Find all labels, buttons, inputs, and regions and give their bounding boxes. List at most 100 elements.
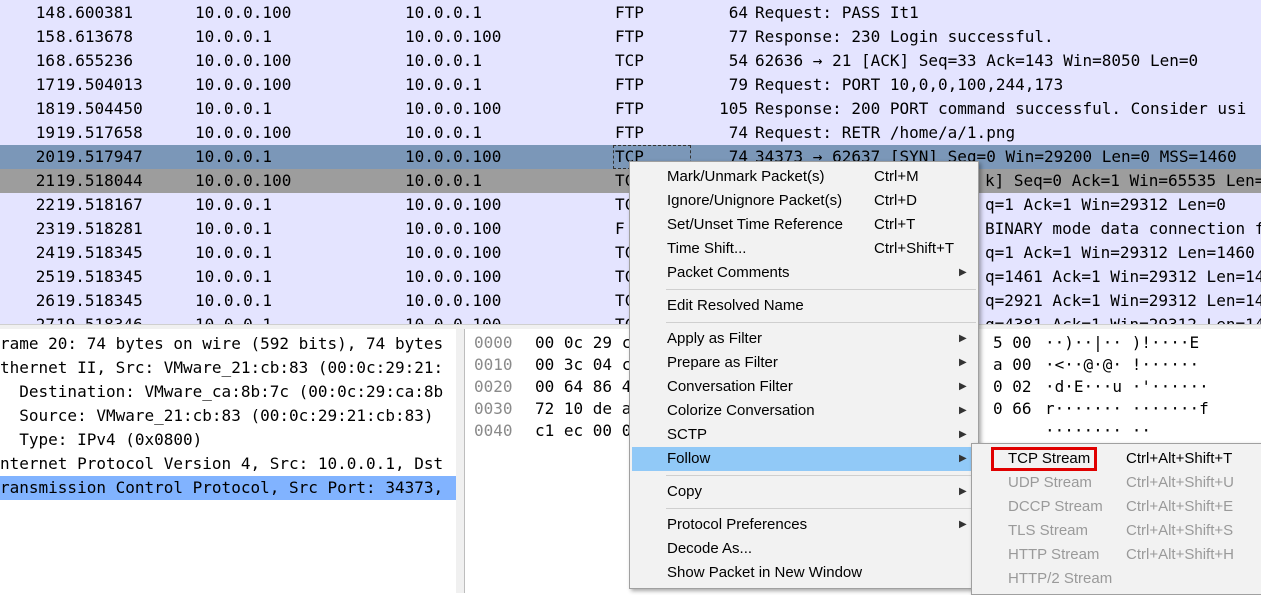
submenu-item-tls-stream[interactable]: TLS Stream Ctrl+Alt+Shift+S [974,519,1260,543]
packet-row[interactable]: 16 8.655236 10.0.0.100 10.0.0.1 TCP 54 62636 →… [0,49,1261,73]
submenu-item-label: HTTP Stream [1008,546,1100,563]
packet-no: 15 [35,27,55,46]
menu-item-follow[interactable]: Follow ▶ [632,447,976,471]
detail-row-tcp-selected[interactable]: ransmission Control Protocol, Src Port: … [0,476,456,500]
menu-item-copy[interactable]: Copy ▶ [632,480,976,504]
menu-item-mark-unmark[interactable]: Mark/Unmark Packet(s) Ctrl+M [632,165,976,189]
submenu-arrow-icon: ▶ [959,405,967,416]
menu-item-apply-as-filter[interactable]: Apply as Filter ▶ [632,327,976,351]
detail-row-ipv4[interactable]: nternet Protocol Version 4, Src: 10.0.0.… [0,452,456,476]
bytes-hex-tail[interactable]: 5 00 [993,332,1032,354]
packet-time: 8.600381 [56,3,134,22]
packet-info: 62636 → 21 [ACK] Seq=33 Ack=143 Win=8050… [755,51,1199,70]
packet-source: 10.0.0.1 [195,195,273,214]
menu-separator [666,322,976,323]
menu-item-sctp[interactable]: SCTP ▶ [632,423,976,447]
packet-source: 10.0.0.1 [195,313,272,324]
packet-info: k] Seq=0 Ack=1 Win=65535 Len= [985,171,1261,190]
packet-time: 8.655236 [56,51,134,70]
submenu-item-shortcut: Ctrl+Alt+Shift+H [1126,546,1234,563]
submenu-item-dccp-stream[interactable]: DCCP Stream Ctrl+Alt+Shift+E [974,495,1260,519]
menu-separator [666,508,976,509]
packet-row[interactable]: 14 8.600381 10.0.0.100 10.0.0.1 FTP 64 Request… [0,1,1261,25]
packet-source: 10.0.0.1 [195,147,273,166]
bytes-offset: 0040 [474,421,513,440]
submenu-item-tcp-stream[interactable]: TCP Stream Ctrl+Alt+Shift+T [974,447,1260,471]
packet-info: Response: 230 Login successful. [755,27,1054,46]
menu-item-label: Show Packet in New Window [667,564,863,581]
packet-row[interactable]: 19 19.517658 10.0.0.100 10.0.0.1 FTP 74 Reques… [0,121,1261,145]
packet-destination: 10.0.0.1 [405,3,483,22]
bytes-hex-tail[interactable]: 0 02 [993,376,1032,398]
packet-destination: 10.0.0.1 [405,123,483,142]
packet-time: 19.504450 [56,99,143,118]
submenu-item-http2-stream[interactable]: HTTP/2 Stream [974,567,1260,591]
bytes-hex-tail[interactable]: a 00 [993,354,1032,376]
submenu-item-label: TCP Stream [1008,450,1091,467]
packet-destination: 10.0.0.100 [405,267,502,286]
packet-protocol: TCP [615,51,644,70]
bytes-hex-tail[interactable]: 0 66 [993,398,1032,420]
packet-row[interactable]: 17 19.504013 10.0.0.100 10.0.0.1 FTP 79 Reques… [0,73,1261,97]
detail-row-type[interactable]: Type: IPv4 (0x0800) [0,428,456,452]
packet-info: Request: PASS It1 [755,3,919,22]
submenu-item-label: UDP Stream [1008,474,1092,491]
packet-protocol: FTP [615,99,644,118]
packet-time: 19.518345 [56,243,143,262]
bytes-offset: 0010 [474,355,513,374]
packet-row[interactable]: 18 19.504450 10.0.0.1 10.0.0.100 FTP 105 Respo… [0,97,1261,121]
menu-item-protocol-preferences[interactable]: Protocol Preferences ▶ [632,513,976,537]
menu-item-label: Set/Unset Time Reference [667,216,843,233]
bytes-ascii[interactable]: ········ ·· [1045,420,1151,442]
packet-info: q=1 Ack=1 Win=29312 Len=0 [985,195,1226,214]
submenu-item-udp-stream[interactable]: UDP Stream Ctrl+Alt+Shift+U [974,471,1260,495]
menu-item-label: Follow [667,450,711,467]
bytes-ascii[interactable]: r······· ·······f [1045,398,1209,420]
bytes-hex[interactable]: 00 0c 29 c [535,332,631,354]
packet-details-pane[interactable]: rame 20: 74 bytes on wire (592 bits), 74… [0,329,457,593]
menu-item-prepare-as-filter[interactable]: Prepare as Filter ▶ [632,351,976,375]
menu-item-edit-resolved-name[interactable]: Edit Resolved Name [632,294,976,318]
detail-row-destination[interactable]: Destination: VMware_ca:8b:7c (00:0c:29:c… [0,380,456,404]
menu-item-conversation-filter[interactable]: Conversation Filter ▶ [632,375,976,399]
menu-item-label: Colorize Conversation [667,402,815,419]
packet-info: Request: RETR /home/a/1.png [755,123,1016,142]
packet-context-menu: Mark/Unmark Packet(s) Ctrl+M Ignore/Unign… [629,161,979,589]
bytes-ascii[interactable]: ·<··@·@· !······ [1045,354,1199,376]
detail-row-source[interactable]: Source: VMware_21:cb:83 (00:0c:29:21:cb:… [0,404,456,428]
detail-row-frame[interactable]: rame 20: 74 bytes on wire (592 bits), 74… [0,332,456,356]
bytes-hex[interactable]: 00 64 86 4 [535,376,631,398]
bytes-hex[interactable]: 00 3c 04 c [535,354,631,376]
bytes-offset: 0000 [474,333,513,352]
bytes-ascii[interactable]: ··)··|·· )!····E [1045,332,1199,354]
vertical-splitter[interactable] [456,329,465,593]
menu-item-time-shift[interactable]: Time Shift... Ctrl+Shift+T [632,237,976,261]
submenu-item-shortcut: Ctrl+Alt+Shift+U [1126,474,1234,491]
bytes-hex[interactable]: 72 10 de a [535,398,631,420]
submenu-item-shortcut: Ctrl+Alt+Shift+E [1126,498,1234,515]
submenu-item-http-stream[interactable]: HTTP Stream Ctrl+Alt+Shift+H [974,543,1260,567]
bytes-hex[interactable]: c1 ec 00 0 [535,420,631,442]
packet-no: 24 [35,243,55,262]
menu-item-ignore-unignore[interactable]: Ignore/Unignore Packet(s) Ctrl+D [632,189,976,213]
menu-item-time-reference[interactable]: Set/Unset Time Reference Ctrl+T [632,213,976,237]
packet-no: 22 [35,195,55,214]
menu-item-show-packet-new-window[interactable]: Show Packet in New Window [632,561,976,585]
menu-item-shortcut: Ctrl+D [874,192,917,209]
packet-no: 25 [35,267,55,286]
menu-item-label: Conversation Filter [667,378,793,395]
submenu-arrow-icon: ▶ [959,381,967,392]
packet-source: 10.0.0.100 [195,171,292,190]
packet-source: 10.0.0.100 [195,123,292,142]
menu-item-packet-comments[interactable]: Packet Comments ▶ [632,261,976,285]
packet-row[interactable]: 15 8.613678 10.0.0.1 10.0.0.100 FTP 77 Respons… [0,25,1261,49]
menu-item-colorize-conversation[interactable]: Colorize Conversation ▶ [632,399,976,423]
menu-item-decode-as[interactable]: Decode As... [632,537,976,561]
menu-item-label: Edit Resolved Name [667,297,804,314]
packet-time: 19.504013 [56,75,143,94]
menu-item-label: Packet Comments [667,264,790,281]
menu-item-label: Protocol Preferences [667,516,808,533]
bytes-ascii[interactable]: ·d·E···u ·'······ [1045,376,1209,398]
packet-source: 10.0.0.1 [195,99,273,118]
detail-row-ethernet[interactable]: thernet II, Src: VMware_21:cb:83 (00:0c:… [0,356,456,380]
